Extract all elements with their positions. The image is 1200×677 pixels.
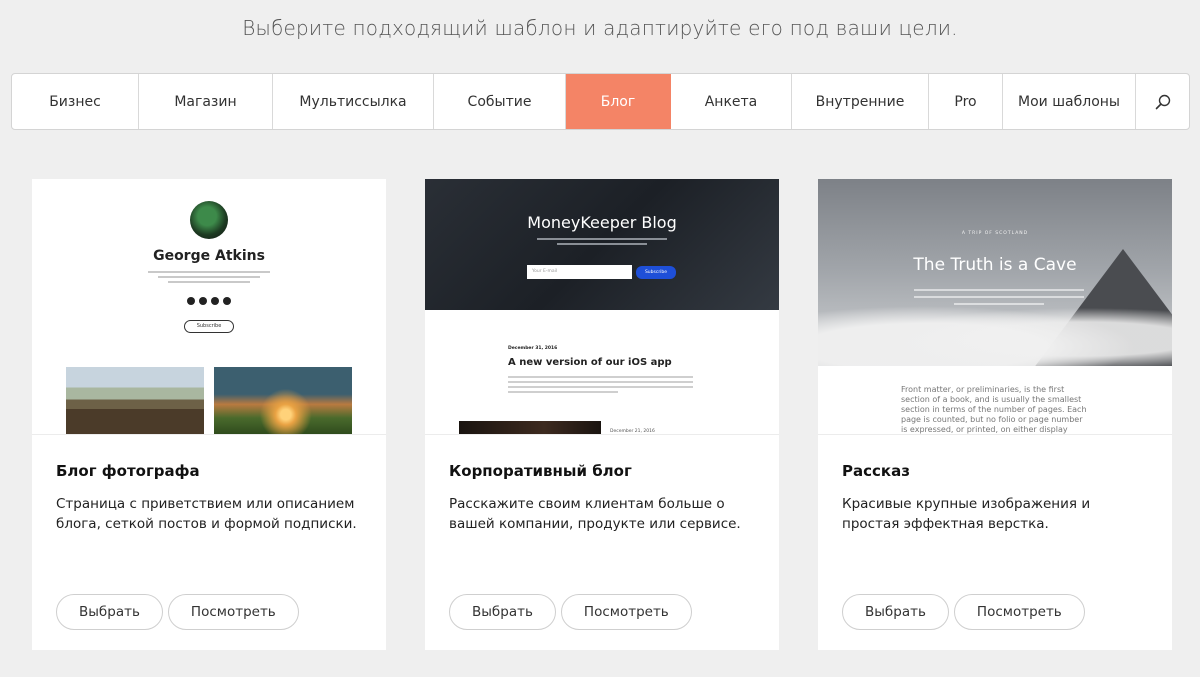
card-description: Расскажите своим клиентам больше о вашей… [449, 496, 741, 532]
twitter-icon [199, 297, 207, 305]
select-button[interactable]: Выбрать [56, 594, 163, 630]
preview-post-image [459, 421, 601, 434]
preview-text-line [508, 381, 693, 383]
preview-text-line [168, 281, 250, 283]
avatar [190, 201, 228, 239]
view-button[interactable]: Посмотреть [953, 594, 1085, 630]
card-title: Корпоративный блог [449, 462, 632, 480]
tab-pro[interactable]: Pro [929, 74, 1003, 129]
preview-post-date: December 31, 2016 [508, 346, 558, 351]
preview-text-line [508, 386, 693, 388]
select-button[interactable]: Выбрать [842, 594, 949, 630]
select-button[interactable]: Выбрать [449, 594, 556, 630]
preview-subscribe-button: Subscribe [636, 266, 676, 279]
preview-social-icons [187, 297, 231, 305]
preview-story-title: The Truth is a Cave [913, 255, 1077, 275]
template-preview[interactable]: George Atkins Subscribe [32, 179, 386, 435]
page-headline: Выберите подходящий шаблон и адаптируйте… [242, 16, 958, 40]
preview-subscribe-button: Subscribe [184, 320, 234, 333]
preview-post-title: A new version of our iOS app [508, 357, 672, 368]
preview-blog-title: MoneyKeeper Blog [527, 213, 677, 232]
card-description: Красивые крупные изображения и простая э… [842, 496, 1091, 532]
preview-photo-sunset [214, 367, 352, 434]
template-category-tabs: Бизнес Магазин Мультиссылка Событие Блог… [11, 73, 1190, 130]
preview-text-line [954, 303, 1044, 305]
preview-photo-bridge [66, 367, 204, 434]
tab-event[interactable]: Событие [434, 74, 566, 129]
tab-form[interactable]: Анкета [671, 74, 792, 129]
view-button[interactable]: Посмотреть [167, 594, 299, 630]
preview-text-line [914, 296, 1084, 298]
template-card-corporate-blog: MoneyKeeper Blog Your E-mail Subscribe D… [425, 179, 779, 650]
preview-text-line [508, 376, 693, 378]
preview-author-name: George Atkins [153, 248, 265, 264]
preview-kicker: A TRIP OF SCOTLAND [961, 231, 1029, 236]
template-preview[interactable]: MoneyKeeper Blog Your E-mail Subscribe D… [425, 179, 779, 435]
search-icon [1155, 94, 1170, 109]
tab-my-templates[interactable]: Мои шаблоны [1003, 74, 1136, 129]
preview-text-line [158, 276, 260, 278]
preview-text-line [914, 289, 1084, 291]
card-title: Блог фотографа [56, 462, 200, 480]
template-card-story: A TRIP OF SCOTLAND The Truth is a Cave F… [818, 179, 1172, 650]
card-description: Страница с приветствием или описанием бл… [56, 496, 357, 532]
preview-text-line [557, 243, 647, 245]
preview-text-line [148, 271, 270, 273]
tab-blog[interactable]: Блог [566, 74, 671, 129]
preview-clouds [818, 299, 1172, 366]
preview-story-text: Front matter, or preliminaries, is the f… [901, 385, 1087, 434]
tab-multilink[interactable]: Мультиссылка [273, 74, 434, 129]
template-card-photographer-blog: George Atkins Subscribe Блог фотографа С… [32, 179, 386, 650]
preview-post-date: December 21, 2016 [610, 429, 655, 434]
search-button[interactable] [1136, 74, 1189, 129]
view-button[interactable]: Посмотреть [560, 594, 692, 630]
tab-internal[interactable]: Внутренние [792, 74, 929, 129]
tab-shop[interactable]: Магазин [139, 74, 273, 129]
preview-text-line [537, 238, 667, 240]
card-title: Рассказ [842, 462, 910, 480]
preview-text-line [508, 391, 618, 393]
facebook-icon [187, 297, 195, 305]
instagram-icon [211, 297, 219, 305]
tab-business[interactable]: Бизнес [12, 74, 139, 129]
template-preview[interactable]: A TRIP OF SCOTLAND The Truth is a Cave F… [818, 179, 1172, 435]
pinterest-icon [223, 297, 231, 305]
preview-email-field: Your E-mail [527, 265, 632, 279]
